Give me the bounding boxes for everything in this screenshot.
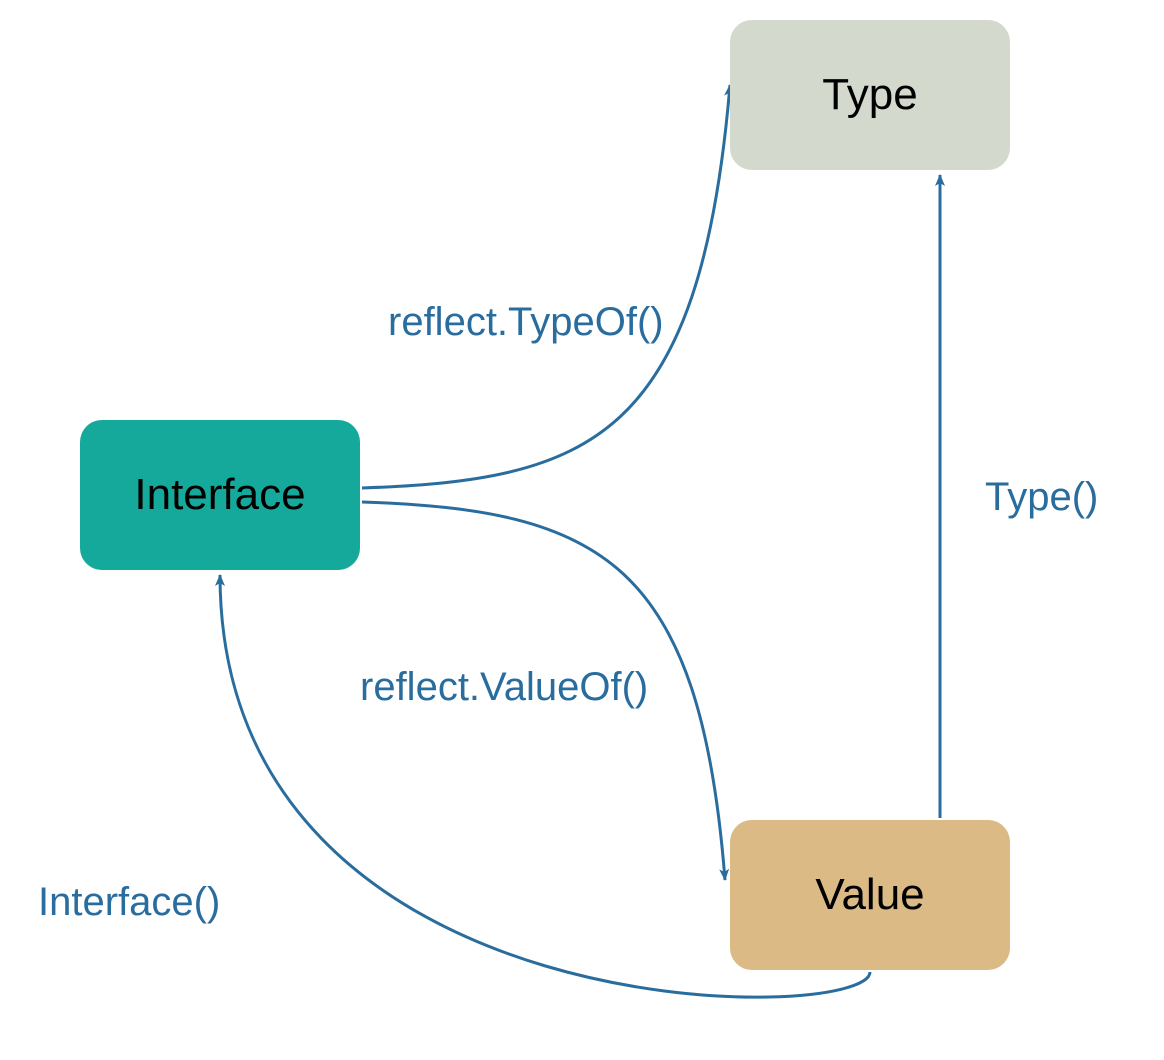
- node-value-label: Value: [815, 870, 924, 920]
- edge-label-valueof: reflect.ValueOf(): [360, 665, 648, 710]
- node-value: Value: [730, 820, 1010, 970]
- edge-typeof: [362, 85, 730, 488]
- node-interface: Interface: [80, 420, 360, 570]
- edge-label-typeof: reflect.TypeOf(): [388, 300, 664, 345]
- node-type-label: Type: [822, 70, 917, 120]
- node-type: Type: [730, 20, 1010, 170]
- edge-label-interface-method: Interface(): [38, 880, 220, 925]
- node-interface-label: Interface: [134, 470, 305, 520]
- reflect-diagram: Interface Type Value reflect.TypeOf() re…: [0, 0, 1164, 1060]
- edge-label-type-method: Type(): [985, 475, 1098, 520]
